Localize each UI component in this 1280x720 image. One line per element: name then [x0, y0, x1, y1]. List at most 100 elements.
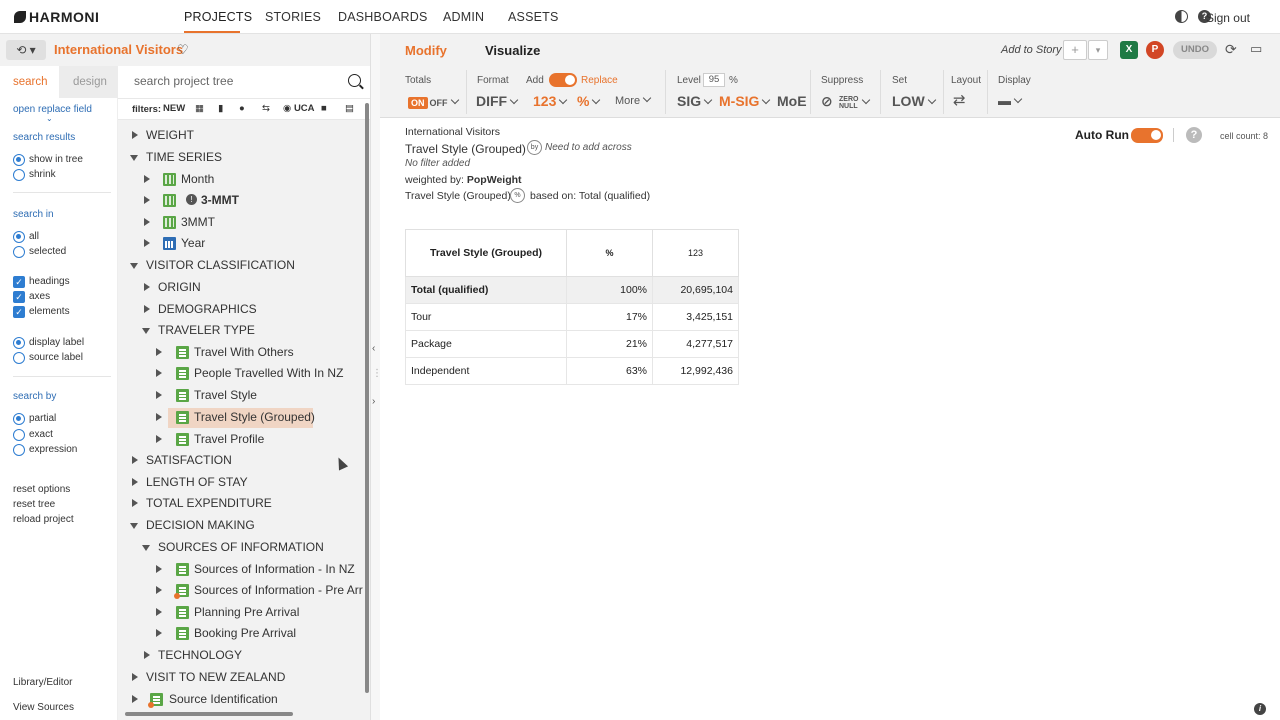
history-button[interactable]: ⟲ ▾ [6, 40, 46, 60]
percent-dropdown[interactable]: % [577, 93, 601, 109]
tab-design[interactable]: design [59, 66, 118, 98]
tree-node-satisfaction[interactable]: SATISFACTION [132, 451, 364, 471]
more-dropdown[interactable]: More [615, 93, 652, 107]
export-excel-icon[interactable]: X [1120, 41, 1138, 59]
caret-right-icon[interactable] [132, 131, 138, 139]
diff-dropdown[interactable]: DIFF [476, 93, 519, 109]
caret-down-icon[interactable] [130, 263, 138, 269]
tree-node-traveler-type[interactable]: TRAVELER TYPE [142, 321, 364, 341]
axes-checkbox[interactable]: ✓ [13, 291, 25, 303]
layout-swap-icon[interactable]: ⇄ [953, 91, 966, 109]
tree-node-source-identification[interactable]: Source Identification [132, 690, 364, 710]
tree-node-origin[interactable]: ORIGIN [144, 278, 364, 298]
caret-right-icon[interactable] [156, 565, 162, 573]
tree-node-travel-profile[interactable]: Travel Profile [156, 430, 366, 450]
refresh-icon[interactable]: ⟳ [1225, 41, 1237, 58]
drag-handle-icon[interactable]: ⋮ [372, 368, 382, 379]
tree-node-demographics[interactable]: DEMOGRAPHICS [144, 300, 364, 320]
shrink-radio[interactable] [13, 169, 25, 181]
nav-admin[interactable]: ADMIN [443, 10, 484, 24]
tree-node-length-of-stay[interactable]: LENGTH OF STAY [132, 473, 364, 493]
comments-icon[interactable]: ▭ [1250, 41, 1262, 57]
theme-toggle-icon[interactable] [1175, 10, 1188, 23]
reset-options-link[interactable]: reset options [13, 484, 70, 495]
caret-right-icon[interactable] [156, 435, 162, 443]
caret-right-icon[interactable] [156, 348, 162, 356]
tree-node-technology[interactable]: TECHNOLOGY [144, 646, 364, 666]
elements-checkbox[interactable]: ✓ [13, 306, 25, 318]
count-dropdown[interactable]: 123 [533, 93, 568, 109]
caret-right-icon[interactable] [144, 283, 150, 291]
tree-search-input[interactable] [134, 74, 334, 88]
tree-node-visit-to-nz[interactable]: VISIT TO NEW ZEALAND [132, 668, 364, 688]
filter-translate-icon[interactable]: ⇆ [262, 103, 270, 114]
tree-vertical-scrollbar[interactable] [365, 103, 369, 693]
search-in-selected-radio[interactable] [13, 246, 25, 258]
moe-button[interactable]: MoE [777, 93, 807, 109]
table-row[interactable]: Tour 17% 3,425,151 [405, 303, 739, 331]
caret-right-icon[interactable] [132, 478, 138, 486]
totals-toggle[interactable]: ON OFF [408, 93, 459, 111]
add-to-story-plus-button[interactable]: + [1063, 40, 1087, 60]
expand-right-icon[interactable]: › [372, 396, 375, 407]
table-row[interactable]: Package 21% 4,277,517 [405, 330, 739, 358]
tree-node-time-series[interactable]: TIME SERIES [130, 148, 360, 168]
caret-right-icon[interactable] [156, 586, 162, 594]
tree-node-weight[interactable]: WEIGHT [132, 126, 362, 146]
display-dropdown[interactable]: ▬ [998, 93, 1023, 108]
filter-grid-icon[interactable]: ▦ [195, 103, 204, 114]
caret-right-icon[interactable] [132, 673, 138, 681]
source-label-radio[interactable] [13, 352, 25, 364]
chevron-down-icon[interactable]: ⌄ [46, 114, 53, 123]
tree-node-decision-making[interactable]: DECISION MAKING [130, 516, 364, 536]
tree-horizontal-scrollbar[interactable] [125, 712, 293, 716]
favorite-heart-icon[interactable]: ♡ [177, 42, 189, 58]
reload-project-link[interactable]: reload project [13, 514, 74, 525]
filter-folder-icon[interactable]: ■ [321, 103, 327, 114]
tree-node-month[interactable]: Month [144, 170, 364, 190]
caret-right-icon[interactable] [144, 305, 150, 313]
column-header[interactable]: % [566, 229, 653, 277]
caret-right-icon[interactable] [156, 608, 162, 616]
caret-down-icon[interactable] [142, 328, 150, 334]
tree-node-booking-pre-arrival[interactable]: Booking Pre Arrival [156, 624, 366, 644]
filter-column-icon[interactable]: ▮ [218, 103, 223, 114]
tree-node-people-travelled[interactable]: People Travelled With In NZ [156, 364, 366, 384]
add-replace-toggle[interactable] [549, 73, 577, 87]
tab-modify[interactable]: Modify [405, 43, 447, 58]
tree-node-travel-with-others[interactable]: Travel With Others [156, 343, 366, 363]
caret-right-icon[interactable] [144, 175, 150, 183]
tree-node-3mmt[interactable]: 3MMT [144, 213, 364, 233]
caret-right-icon[interactable] [156, 369, 162, 377]
filter-table-icon[interactable]: ▤ [345, 103, 354, 114]
tree-node-travel-style[interactable]: Travel Style [156, 386, 366, 406]
tree-node-travel-style-grouped[interactable]: Travel Style (Grouped) [156, 408, 366, 428]
display-label-radio[interactable] [13, 337, 25, 349]
tree-node-3-mmt-bold[interactable]: ! 3-MMT [144, 191, 364, 211]
export-powerpoint-icon[interactable]: P [1146, 41, 1164, 59]
nav-assets[interactable]: ASSETS [508, 10, 559, 24]
caret-right-icon[interactable] [156, 413, 162, 421]
tree-node-sources-in-nz[interactable]: Sources of Information - In NZ [156, 560, 370, 580]
tree-node-sources-pre-arr[interactable]: Sources of Information - Pre Arr [156, 581, 370, 601]
view-sources-link[interactable]: View Sources [13, 702, 74, 713]
tree-node-sources-of-information[interactable]: SOURCES OF INFORMATION [142, 538, 364, 558]
column-header[interactable]: 123 [652, 229, 739, 277]
caret-down-icon[interactable] [142, 545, 150, 551]
caret-right-icon[interactable] [144, 651, 150, 659]
library-editor-link[interactable]: Library/Editor [13, 677, 72, 688]
caret-right-icon[interactable] [156, 629, 162, 637]
caret-right-icon[interactable] [156, 391, 162, 399]
filter-location-icon[interactable]: ● [239, 103, 245, 114]
tree-node-total-expenditure[interactable]: TOTAL EXPENDITURE [132, 494, 364, 514]
exact-radio[interactable] [13, 429, 25, 441]
level-input[interactable]: 95 [703, 73, 725, 87]
caret-right-icon[interactable] [144, 196, 150, 204]
expression-radio[interactable] [13, 444, 25, 456]
caret-down-icon[interactable] [130, 523, 138, 529]
harmoni-logo[interactable]: HARMONI [14, 9, 99, 25]
caret-down-icon[interactable] [130, 155, 138, 161]
caret-right-icon[interactable] [144, 239, 150, 247]
tree-node-planning-pre-arrival[interactable]: Planning Pre Arrival [156, 603, 366, 623]
search-icon[interactable] [348, 74, 361, 87]
